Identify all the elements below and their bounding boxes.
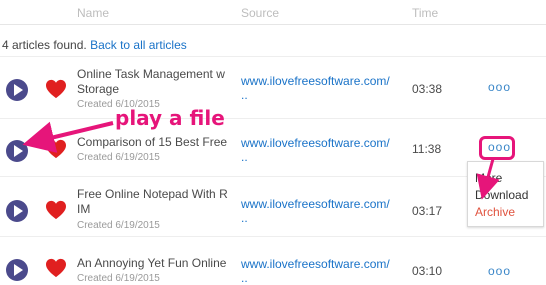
article-list-page: Name Source Time 4 articles found. Back …: [0, 0, 546, 285]
callout-arrow: [22, 121, 114, 153]
download-arrow: [476, 158, 500, 200]
annotation-arrows: [22, 121, 500, 200]
annotation-callout: play a file: [115, 106, 225, 130]
